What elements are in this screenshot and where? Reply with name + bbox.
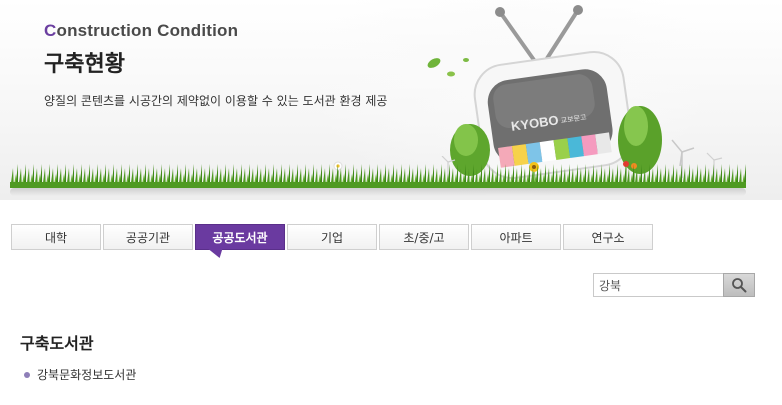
tab-research-institute[interactable]: 연구소 (563, 224, 653, 250)
banner: Construction Condition 구축현황 양질의 콘텐츠를 시공간… (0, 0, 782, 200)
title-en-rest: onstruction Condition (56, 21, 239, 40)
category-tabs: 대학 공공기관 공공도서관 기업 초/중/고 아파트 연구소 (11, 224, 655, 252)
title-accent-letter: C (44, 21, 57, 40)
list-item[interactable]: 강북문화정보도서관 (24, 366, 136, 383)
tab-school[interactable]: 초/중/고 (379, 224, 469, 250)
section-title: 구축도서관 (20, 334, 94, 353)
grass-strip (10, 160, 746, 188)
leaf-icon (427, 58, 441, 68)
library-name: 강북문화정보도서관 (37, 368, 137, 382)
banner-shadow (10, 188, 746, 196)
banner-title-ko: 구축현황 (44, 52, 125, 77)
tab-university[interactable]: 대학 (11, 224, 101, 250)
search-input[interactable] (593, 273, 723, 297)
tab-public-institution[interactable]: 공공기관 (103, 224, 193, 250)
search-button[interactable] (723, 273, 755, 297)
tab-public-library[interactable]: 공공도서관 (195, 224, 285, 250)
banner-title-en: Construction Condition (44, 21, 238, 41)
bullet-icon (24, 371, 30, 378)
tab-apartment[interactable]: 아파트 (471, 224, 561, 250)
search-bar (593, 273, 755, 297)
search-icon (732, 278, 747, 293)
tab-corporation[interactable]: 기업 (287, 224, 377, 250)
leaf-icon (447, 71, 455, 77)
banner-subtitle: 양질의 콘텐츠를 시공간의 제약없이 이용할 수 있는 도서관 환경 제공 (44, 94, 388, 108)
